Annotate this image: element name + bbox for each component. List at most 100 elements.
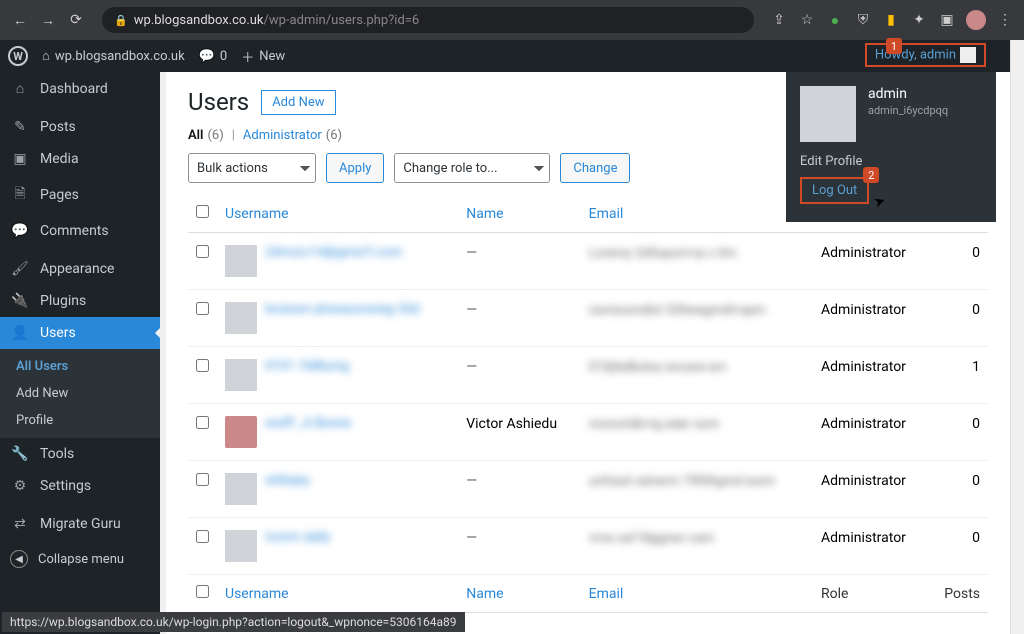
posts-cell: 1 [929, 347, 988, 404]
puzzle-icon[interactable]: ✦ [910, 11, 928, 29]
username-link[interactable]: w6bqey [265, 473, 310, 488]
cursor-icon: ➤ [871, 192, 887, 211]
col-username[interactable]: Username [217, 575, 458, 613]
user-avatar [225, 530, 257, 562]
sidebar-item-posts[interactable]: ✎Posts [0, 111, 160, 143]
username-link[interactable]: lvonm dally [265, 530, 330, 545]
profile-dropdown: admin admin_i6ycdpqq Edit Profile Log Ou… [786, 72, 996, 222]
row-checkbox[interactable] [196, 530, 209, 543]
change-button[interactable]: Change [560, 153, 630, 183]
site-link[interactable]: ⌂wp.blogsandbox.co.uk [42, 48, 185, 64]
notification-badge: 1 [886, 38, 902, 54]
status-bar: https://wp.blogsandbox.co.uk/wp-login.ph… [2, 612, 465, 632]
url-bar[interactable]: 🔒 wp.blogsandbox.co.uk/wp-admin/users.ph… [102, 7, 754, 33]
migrate-icon: ⇄ [10, 516, 30, 532]
star-icon[interactable]: ☆ [798, 11, 816, 29]
user-avatar [225, 416, 257, 448]
posts-cell: 0 [929, 461, 988, 518]
name-cell: — [466, 530, 477, 546]
col-email[interactable]: Email [581, 575, 813, 613]
submenu-add-new[interactable]: Add New [0, 380, 160, 407]
sidebar-item-appearance[interactable]: 🖌Appearance [0, 253, 160, 285]
profile-avatar-icon[interactable] [966, 10, 986, 30]
username-link[interactable]: 2dmuLv14@gma1l.com [265, 245, 402, 260]
submenu-profile[interactable]: Profile [0, 407, 160, 434]
sidebar-item-pages[interactable]: 🗎Pages [0, 175, 160, 215]
main-panel: Users Add New All (6) | Administrator (6… [160, 72, 1010, 634]
dashboard-icon: ⌂ [10, 80, 30, 97]
submenu-all-users[interactable]: All Users [0, 353, 160, 380]
edit-profile-link[interactable]: Edit Profile [800, 154, 982, 169]
name-cell: — [466, 302, 477, 318]
comments-link[interactable]: 💬0 [199, 49, 228, 64]
row-checkbox[interactable] [196, 245, 209, 258]
kebab-icon[interactable]: ⋮ [996, 11, 1014, 29]
shield-icon[interactable]: ⛨ [854, 11, 872, 29]
role-cell: Administrator [813, 518, 929, 575]
row-checkbox[interactable] [196, 302, 209, 315]
col-email[interactable]: Email [581, 195, 813, 233]
email-cell[interactable]: 010jlteBulwy encare-sm [589, 360, 727, 375]
col-posts: Posts [929, 575, 988, 613]
col-username[interactable]: Username [217, 195, 458, 233]
col-role: Role [813, 575, 929, 613]
media-icon: ▣ [10, 151, 30, 167]
collapse-menu[interactable]: ◀Collapse menu [0, 540, 160, 578]
filter-administrator[interactable]: Administrator [243, 128, 322, 143]
email-cell[interactable]: Loremy 2d0upum+p c 0m [589, 246, 737, 261]
notification-badge: 2 [863, 167, 879, 183]
email-cell[interactable]: vrne oaf fdggnev cam [589, 531, 714, 546]
row-checkbox[interactable] [196, 416, 209, 429]
col-name[interactable]: Name [458, 575, 580, 613]
users-icon: 👤 [10, 325, 30, 341]
email-cell[interactable]: unfrauh adverm 70fitltgmd eumr [589, 474, 776, 489]
logout-link[interactable]: Log Out 2 ➤ [800, 177, 869, 204]
admin-sidebar: ⌂Dashboard ✎Posts ▣Media 🗎Pages 💬Comment… [0, 72, 160, 634]
username-link[interactable]: brulown phwasonwieg 53d [265, 302, 420, 317]
table-row: w6bqey — unfrauh adverm 70fitltgmd eumr … [188, 461, 988, 518]
change-role-select[interactable]: Change role to... [394, 153, 550, 183]
extension-icon[interactable]: ▮ [882, 11, 900, 29]
add-new-button[interactable]: Add New [261, 90, 335, 115]
plugins-icon: 🔌 [10, 293, 30, 309]
bulk-actions-select[interactable]: Bulk actions [188, 153, 316, 183]
posts-cell: 0 [929, 233, 988, 290]
new-content[interactable]: ＋New [241, 47, 285, 66]
email-cell[interactable]: monorldb+ig eder xom [589, 417, 720, 432]
apply-button[interactable]: Apply [326, 153, 384, 183]
sidebar-item-migrate[interactable]: ⇄Migrate Guru [0, 508, 160, 540]
col-name[interactable]: Name [458, 195, 580, 233]
select-all-checkbox[interactable] [196, 205, 209, 218]
back-icon[interactable]: ← [10, 12, 30, 29]
howdy-account[interactable]: Howdy, admin [865, 43, 986, 67]
plus-icon: ＋ [241, 47, 254, 66]
sidebar-item-dashboard[interactable]: ⌂Dashboard [0, 72, 160, 105]
filter-all[interactable]: All [188, 128, 203, 143]
user-avatar [225, 359, 257, 391]
sidebar-item-plugins[interactable]: 🔌Plugins [0, 285, 160, 317]
scrollbar[interactable] [1010, 40, 1024, 634]
select-all-checkbox[interactable] [196, 585, 209, 598]
username-link[interactable]: wolff _A.Bowie [265, 416, 351, 431]
sidebar-item-users[interactable]: 👤Users [0, 317, 160, 349]
sidebar-item-tools[interactable]: 🔧Tools [0, 438, 160, 470]
collapse-icon: ◀ [10, 550, 28, 568]
sidebar-item-settings[interactable]: ⚙Settings [0, 470, 160, 502]
username-link[interactable]: 0101 7diBumg [265, 359, 349, 374]
user-avatar [225, 302, 257, 334]
share-icon[interactable]: ⇪ [770, 11, 788, 29]
profile-name: admin [868, 86, 948, 102]
tab-icon[interactable]: ▣ [938, 11, 956, 29]
forward-icon[interactable]: → [38, 12, 58, 29]
row-checkbox[interactable] [196, 473, 209, 486]
reload-icon[interactable]: ⟳ [66, 12, 86, 28]
extension-icon[interactable]: ● [826, 11, 844, 29]
sidebar-item-comments[interactable]: 💬Comments [0, 215, 160, 247]
email-cell[interactable]: ownisumdlol 33llwegmdl+qem [589, 303, 766, 318]
comment-icon: 💬 [199, 49, 215, 64]
row-checkbox[interactable] [196, 359, 209, 372]
wp-logo[interactable]: W [8, 46, 28, 66]
sidebar-item-media[interactable]: ▣Media [0, 143, 160, 175]
role-cell: Administrator [813, 233, 929, 290]
home-icon: ⌂ [42, 48, 50, 64]
